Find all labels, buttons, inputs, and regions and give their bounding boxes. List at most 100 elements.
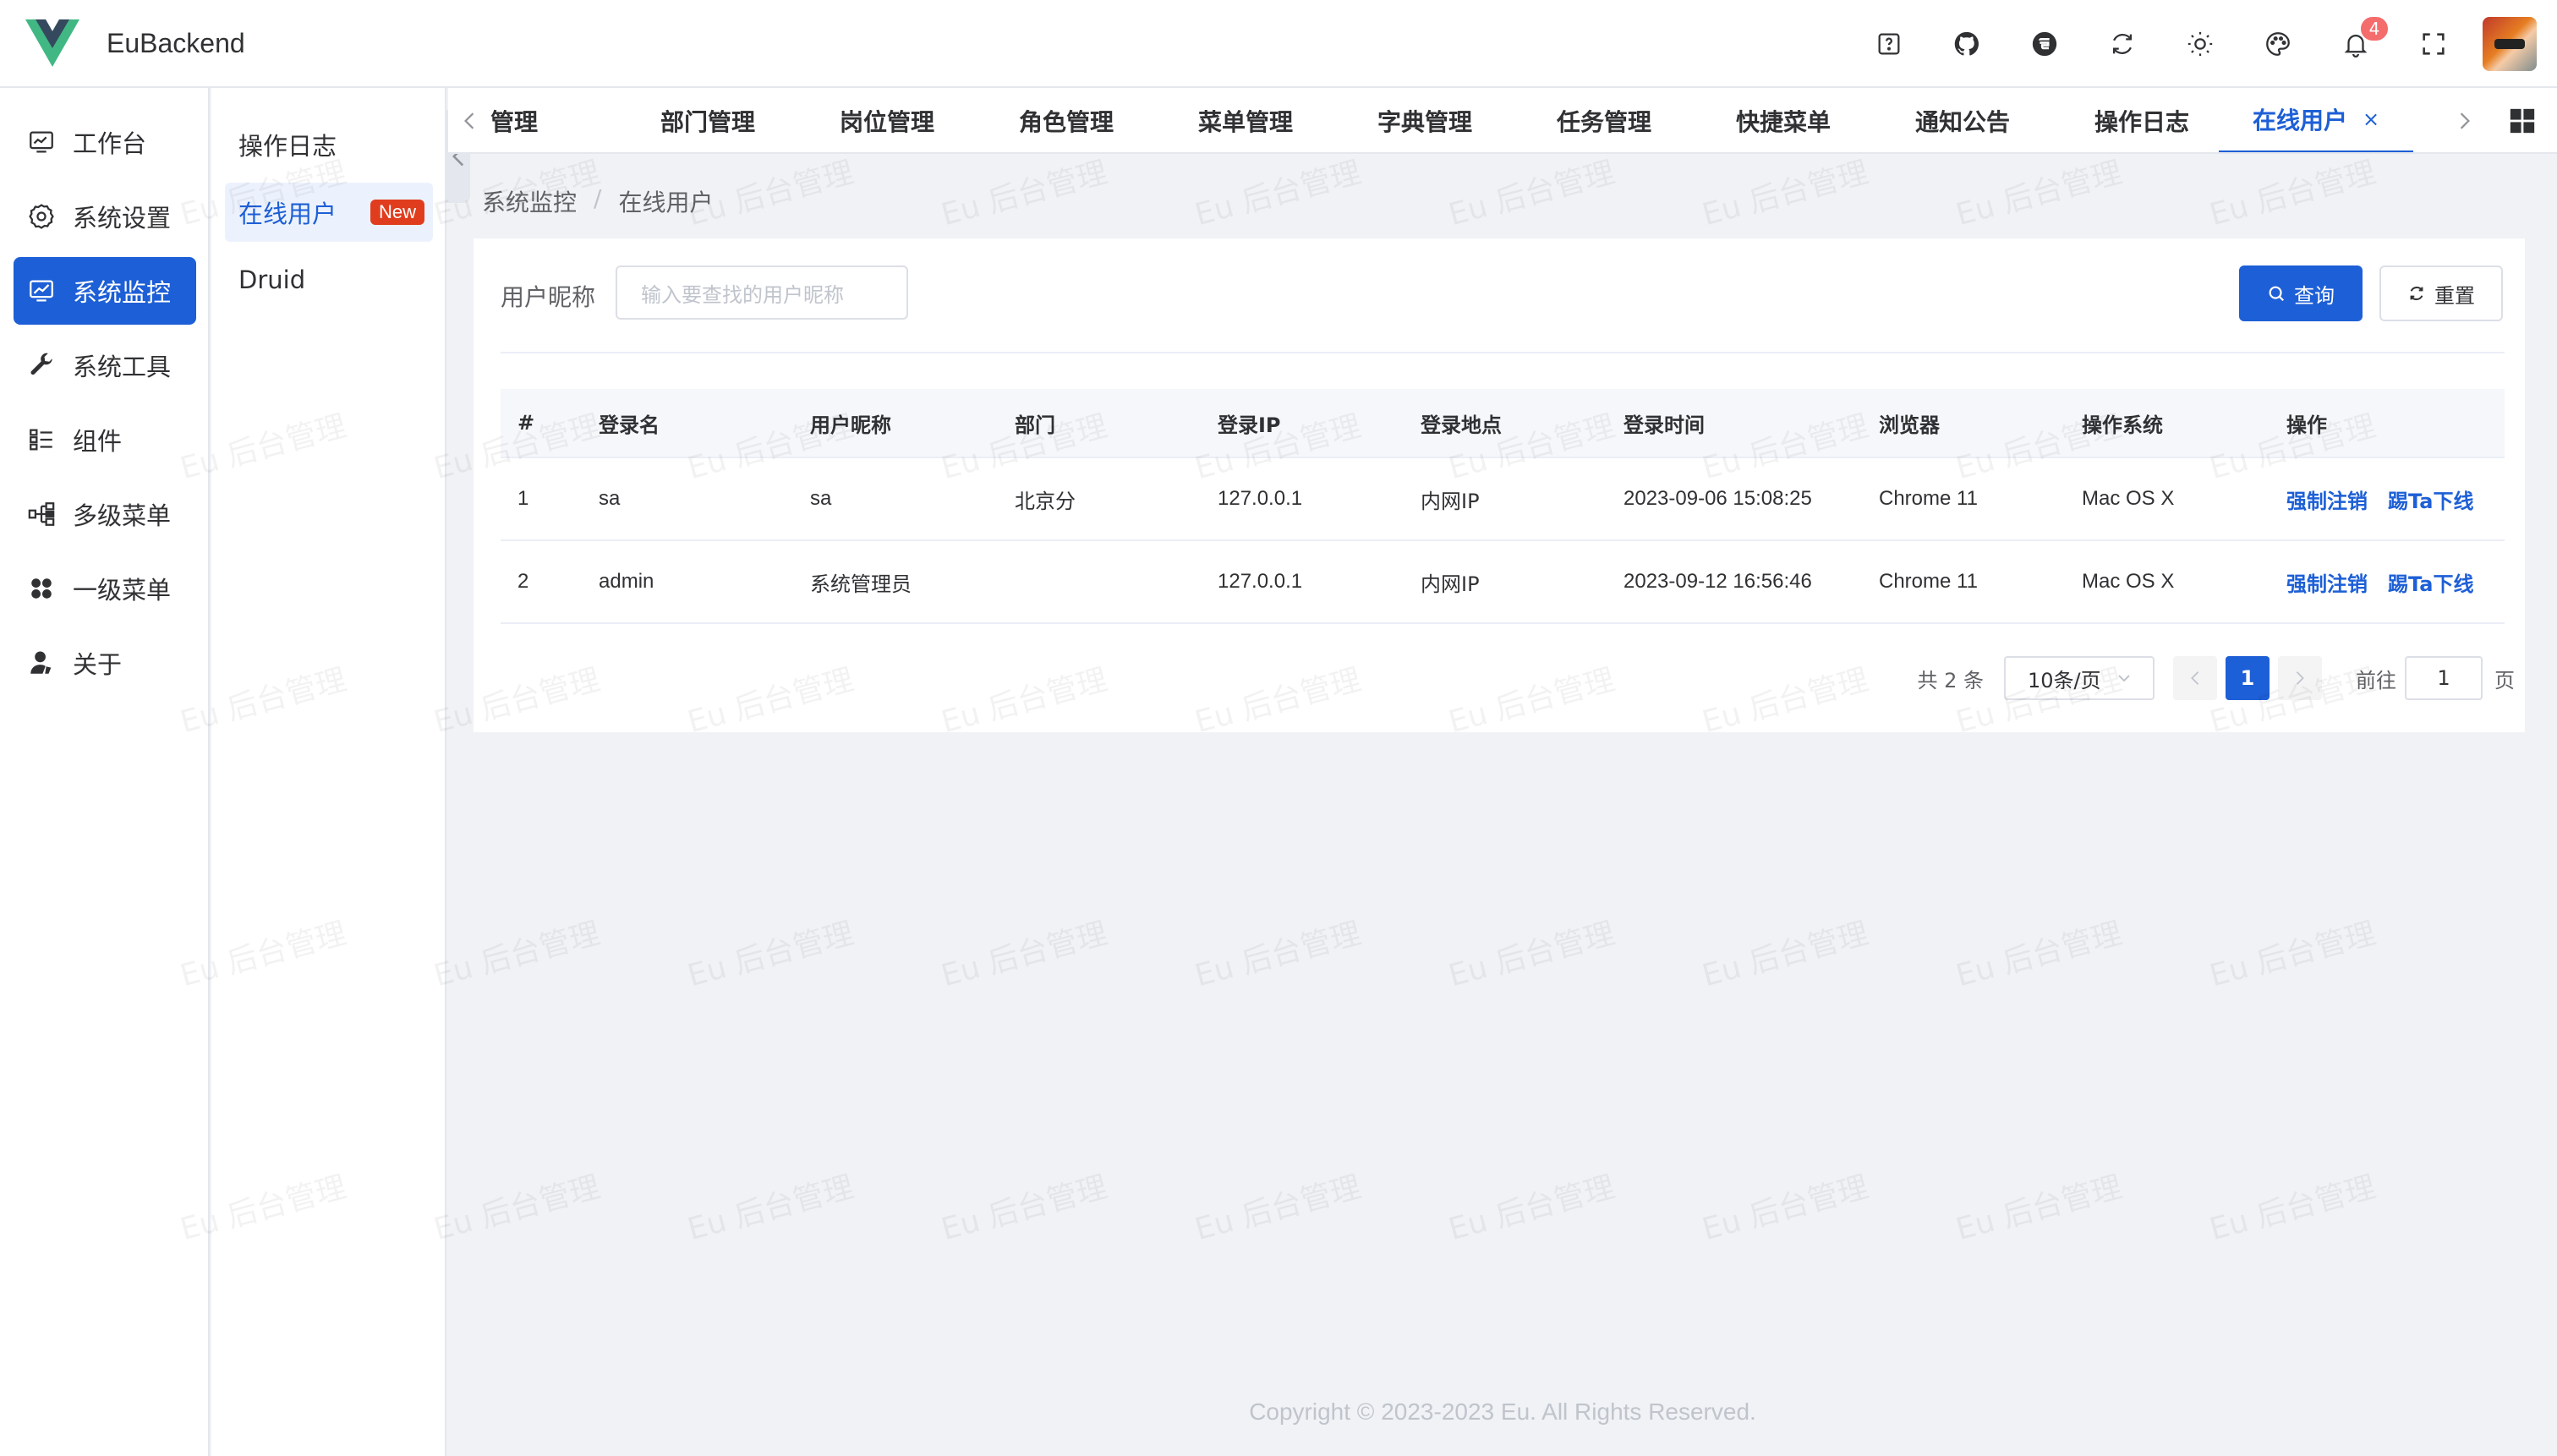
tab-online-users[interactable]: 在线用户 × bbox=[2219, 88, 2413, 152]
tab-notice[interactable]: 通知公告 bbox=[1889, 88, 2036, 152]
watermark-text: Eu 后台管理 bbox=[1952, 916, 2126, 994]
sidebar-item-dashboard[interactable]: 工作台 bbox=[14, 108, 196, 176]
theme-sun-icon[interactable] bbox=[2161, 0, 2239, 88]
tab-management[interactable]: 管理 bbox=[490, 88, 550, 152]
nickname-label: 用户昵称 bbox=[501, 283, 596, 311]
search-placeholder: 输入要查找的用户昵称 bbox=[641, 282, 844, 307]
nickname-search-input[interactable]: 输入要查找的用户昵称 bbox=[616, 265, 908, 320]
tab-scroll-left[interactable] bbox=[448, 88, 490, 152]
tab-post-management[interactable]: 岗位管理 bbox=[813, 88, 961, 152]
sidebar-item-system-tools[interactable]: 系统工具 bbox=[14, 331, 196, 399]
cell-ip: 127.0.0.1 bbox=[1218, 570, 1303, 593]
divider bbox=[501, 352, 2505, 353]
sidebar-item-multilevel-menu[interactable]: 多级菜单 bbox=[14, 480, 196, 548]
tab-label: 操作日志 bbox=[2094, 108, 2189, 136]
copyright-footer: Copyright © 2023-2023 Eu. All Rights Res… bbox=[1249, 1399, 1756, 1425]
monitor-icon bbox=[30, 131, 53, 153]
cell-no: 1 bbox=[517, 487, 529, 510]
watermark-text: Eu 后台管理 bbox=[1952, 1169, 2126, 1248]
cell-location: 内网IP bbox=[1421, 489, 1480, 513]
gitee-icon[interactable] bbox=[2006, 0, 2083, 88]
sidebar-item-label: 系统工具 bbox=[73, 353, 172, 381]
page-size-select[interactable]: 10条/页 bbox=[2004, 656, 2155, 700]
watermark-text: Eu 后台管理 bbox=[1699, 155, 1872, 233]
sidebar-item-system-monitor[interactable]: 系统监控 bbox=[14, 257, 196, 325]
sidebar-item-components[interactable]: 组件 bbox=[14, 406, 196, 473]
table-row: 2 admin 系统管理员 127.0.0.1 内网IP 2023-09-12 … bbox=[501, 541, 2505, 624]
submenu-item-operation-log[interactable]: 操作日志 bbox=[225, 115, 433, 174]
sidebar-item-about[interactable]: 关于 bbox=[14, 629, 196, 697]
github-icon[interactable] bbox=[1928, 0, 2006, 88]
chevron-right-icon bbox=[2296, 671, 2304, 685]
force-logout-link[interactable]: 强制注销 bbox=[2286, 490, 2368, 513]
tab-operation-log[interactable]: 操作日志 bbox=[2068, 88, 2215, 152]
close-icon[interactable]: × bbox=[2363, 107, 2379, 131]
force-logout-link[interactable]: 强制注销 bbox=[2286, 572, 2368, 596]
chevron-down-icon bbox=[2118, 675, 2130, 682]
submenu-item-druid[interactable]: Druid bbox=[225, 250, 433, 309]
cell-actions: 强制注销 踢Ta下线 bbox=[2286, 567, 2473, 597]
goto-page-input[interactable]: 1 bbox=[2405, 656, 2483, 700]
column-header: 操作 bbox=[2286, 413, 2327, 437]
tab-dict-management[interactable]: 字典管理 bbox=[1351, 88, 1498, 152]
sidebar-item-first-level-menu[interactable]: 一级菜单 bbox=[14, 555, 196, 622]
page-suffix: 页 bbox=[2494, 668, 2515, 692]
palette-icon[interactable] bbox=[2239, 0, 2317, 88]
kick-offline-link[interactable]: 踢Ta下线 bbox=[2388, 490, 2473, 513]
watermark-text: Eu 后台管理 bbox=[684, 1169, 857, 1248]
logo[interactable]: EuBackend bbox=[25, 19, 245, 67]
submenu-item-label: 操作日志 bbox=[238, 132, 337, 161]
cell-login-time: 2023-09-06 15:08:25 bbox=[1623, 487, 1812, 510]
sidebar-item-label: 组件 bbox=[73, 427, 123, 456]
query-button[interactable]: 查询 bbox=[2239, 265, 2363, 321]
tab-role-management[interactable]: 角色管理 bbox=[993, 88, 1140, 152]
breadcrumb-parent[interactable]: 系统监控 bbox=[482, 184, 577, 218]
tab-label: 任务管理 bbox=[1556, 108, 1651, 136]
user-icon bbox=[30, 651, 52, 674]
watermark-text: Eu 后台管理 bbox=[1445, 155, 1618, 233]
tab-label: 在线用户 bbox=[2252, 107, 2347, 134]
tab-scroll-right[interactable] bbox=[2444, 88, 2486, 152]
watermark-text: Eu 后台管理 bbox=[1699, 1169, 1872, 1248]
tab-menu-management[interactable]: 菜单管理 bbox=[1172, 88, 1319, 152]
tab-bar: 管理 部门管理 岗位管理 角色管理 菜单管理 字典管理 任务管理 快捷菜单 通知… bbox=[448, 88, 2557, 154]
tab-job-management[interactable]: 任务管理 bbox=[1530, 88, 1678, 152]
watermark-text: Eu 后台管理 bbox=[684, 916, 857, 994]
bell-icon[interactable]: 4 bbox=[2317, 0, 2395, 88]
refresh-icon[interactable] bbox=[2083, 0, 2161, 88]
cell-os: Mac OS X bbox=[2082, 570, 2175, 593]
page-size-value: 10条/页 bbox=[2028, 668, 2101, 692]
reset-button[interactable]: 重置 bbox=[2379, 265, 2503, 321]
watermark-text: Eu 后台管理 bbox=[1699, 916, 1872, 994]
submenu-item-online-users[interactable]: 在线用户 New bbox=[225, 183, 433, 242]
next-page-button[interactable] bbox=[2278, 656, 2322, 700]
column-header: # bbox=[517, 411, 535, 435]
column-header: 操作系统 bbox=[2082, 413, 2163, 437]
tab-dept-management[interactable]: 部门管理 bbox=[634, 88, 781, 152]
sidebar-item-label: 一级菜单 bbox=[73, 576, 172, 605]
kick-offline-link[interactable]: 踢Ta下线 bbox=[2388, 572, 2473, 596]
reset-button-label: 重置 bbox=[2434, 283, 2475, 308]
page-number-current[interactable]: 1 bbox=[2226, 656, 2270, 700]
sidebar-item-label: 多级菜单 bbox=[73, 501, 172, 530]
grid-menu-icon[interactable] bbox=[2508, 107, 2537, 135]
clover-icon bbox=[31, 578, 52, 599]
help-icon[interactable] bbox=[1850, 0, 1928, 88]
watermark-text: Eu 后台管理 bbox=[430, 916, 604, 994]
fullscreen-icon[interactable] bbox=[2395, 0, 2472, 88]
new-tag: New bbox=[370, 200, 424, 225]
chevron-right-icon bbox=[2460, 112, 2470, 129]
tab-label: 通知公告 bbox=[1914, 108, 2010, 136]
goto-label: 前往 bbox=[2356, 668, 2396, 692]
cell-location: 内网IP bbox=[1421, 572, 1480, 596]
sidebar-item-system-settings[interactable]: 系统设置 bbox=[14, 183, 196, 250]
watermark-text: Eu 后台管理 bbox=[1191, 916, 1365, 994]
gear-icon bbox=[29, 204, 54, 229]
sidebar-item-label: 系统监控 bbox=[73, 278, 172, 307]
tree-icon bbox=[28, 502, 55, 526]
chevron-left-icon bbox=[2191, 671, 2199, 685]
prev-page-button[interactable] bbox=[2173, 656, 2217, 700]
avatar[interactable] bbox=[2483, 17, 2537, 71]
notification-badge: 4 bbox=[2359, 15, 2390, 42]
tab-shortcut-menu[interactable]: 快捷菜单 bbox=[1710, 88, 1857, 152]
